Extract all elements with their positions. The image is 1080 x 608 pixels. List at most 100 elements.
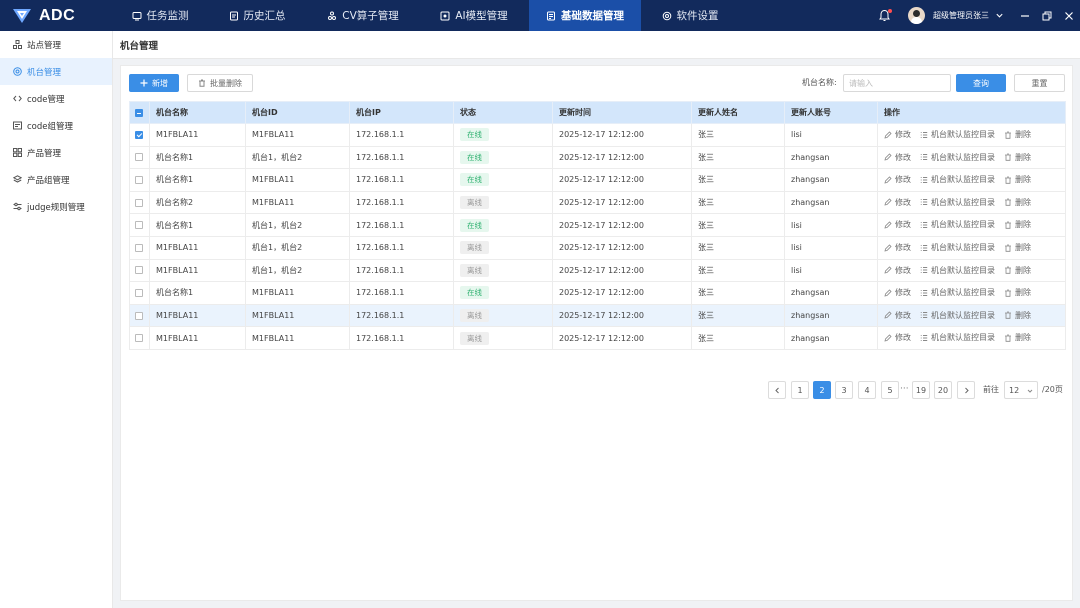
status-badge: 在线 — [460, 286, 489, 300]
delete-action[interactable]: 删除 — [1004, 129, 1031, 140]
monitor-dir-action[interactable]: 机台默认监控目录 — [920, 152, 995, 163]
table-row[interactable]: 机台名称1 M1FBLA11 172.168.1.1 在线 2025-12-17 12:… — [129, 168, 1066, 192]
edit-action[interactable]: 修改 — [884, 332, 911, 343]
row-checkbox[interactable] — [135, 198, 143, 207]
row-checkbox[interactable] — [135, 311, 143, 320]
nav-settings[interactable]: 软件设置 — [641, 0, 739, 31]
pagination-ellipsis[interactable]: ··· — [900, 381, 909, 399]
row-checkbox[interactable] — [135, 334, 143, 343]
cell-updater-account: zhangsan — [784, 326, 878, 350]
sidebar-item-code[interactable]: code管理 — [0, 85, 112, 112]
product-icon — [13, 148, 22, 157]
search-input[interactable] — [843, 74, 951, 92]
reset-button[interactable]: 重置 — [1014, 74, 1065, 92]
monitor-dir-action[interactable]: 机台默认监控目录 — [920, 129, 995, 140]
minimize-icon[interactable] — [1014, 11, 1036, 21]
monitor-dir-action[interactable]: 机台默认监控目录 — [920, 287, 995, 298]
edit-action[interactable]: 修改 — [884, 287, 911, 298]
edit-action[interactable]: 修改 — [884, 242, 911, 253]
monitor-dir-action[interactable]: 机台默认监控目录 — [920, 265, 995, 276]
delete-action[interactable]: 删除 — [1004, 310, 1031, 321]
edit-action[interactable]: 修改 — [884, 197, 911, 208]
delete-action[interactable]: 删除 — [1004, 152, 1031, 163]
table-row[interactable]: 机台名称1 机台1，机台2 172.168.1.1 在线 2025-12-17 12:1… — [129, 213, 1066, 237]
delete-action[interactable]: 删除 — [1004, 197, 1031, 208]
sidebar-item-label: code组管理 — [27, 121, 73, 132]
delete-action-label: 删除 — [1015, 333, 1031, 343]
cell-update-time: 2025-12-17 12:12:00 — [552, 168, 692, 192]
page-button[interactable]: 4 — [858, 381, 876, 399]
edit-action[interactable]: 修改 — [884, 219, 911, 230]
monitor-dir-action[interactable]: 机台默认监控目录 — [920, 174, 995, 185]
page-button-current[interactable]: 2 — [813, 381, 831, 399]
next-page-button[interactable] — [957, 381, 975, 399]
page-size-select[interactable]: 12 — [1004, 381, 1038, 399]
page-button[interactable]: 3 — [835, 381, 853, 399]
row-checkbox[interactable] — [135, 153, 143, 162]
chevron-down-icon[interactable] — [995, 11, 1004, 20]
delete-action[interactable]: 删除 — [1004, 265, 1031, 276]
row-checkbox[interactable] — [135, 130, 143, 139]
table-row[interactable]: 机台名称1 M1FBLA11 172.168.1.1 在线 2025-12-17 12:… — [129, 281, 1066, 305]
delete-action[interactable]: 删除 — [1004, 242, 1031, 253]
table-row[interactable]: M1FBLA11 M1FBLA11 172.168.1.1 离线 2025-12-17 … — [129, 326, 1066, 350]
batch-delete-button[interactable]: 批量删除 — [187, 74, 253, 92]
cell-machine-name: 机台名称1 — [149, 145, 246, 170]
query-button[interactable]: 查询 — [956, 74, 1006, 92]
delete-action[interactable]: 删除 — [1004, 219, 1031, 230]
status-badge: 在线 — [460, 150, 489, 164]
sidebar-item-site[interactable]: 站点管理 — [0, 31, 112, 58]
page-button[interactable]: 19 — [912, 381, 930, 399]
table-row[interactable]: M1FBLA11 机台1，机台2 172.168.1.1 离线 2025-12-17 1… — [129, 258, 1066, 283]
monitor-dir-action[interactable]: 机台默认监控目录 — [920, 242, 995, 253]
nav-task-monitor[interactable]: 任务监测 — [113, 0, 207, 31]
status-badge: 离线 — [460, 241, 489, 255]
row-checkbox[interactable] — [135, 243, 143, 252]
table-row[interactable]: M1FBLA11 M1FBLA11 172.168.1.1 离线 2025-12-17 … — [129, 303, 1066, 328]
page-button[interactable]: 1 — [791, 381, 809, 399]
table-row[interactable]: M1FBLA11 M1FBLA11 172.168.1.1 在线 2025-12-17 … — [129, 123, 1066, 147]
select-all-checkbox[interactable] — [135, 108, 143, 117]
row-checkbox[interactable] — [135, 221, 143, 230]
delete-action[interactable]: 删除 — [1004, 332, 1031, 343]
sidebar-item-code-group[interactable]: code组管理 — [0, 112, 112, 139]
row-checkbox[interactable] — [135, 175, 143, 184]
avatar[interactable] — [908, 7, 925, 24]
sidebar-item-judge-rules[interactable]: judge规则管理 — [0, 193, 112, 220]
page-button[interactable]: 20 — [934, 381, 952, 399]
sidebar-item-product[interactable]: 产品管理 — [0, 139, 112, 166]
close-icon[interactable] — [1058, 11, 1080, 21]
sidebar-item-machine[interactable]: 机台管理 — [0, 58, 112, 85]
app-logo[interactable]: ADC — [0, 7, 113, 25]
username[interactable]: 超级管理员张三 — [933, 10, 989, 21]
row-checkbox[interactable] — [135, 288, 143, 297]
edit-action[interactable]: 修改 — [884, 152, 911, 163]
edit-action[interactable]: 修改 — [884, 129, 911, 140]
row-checkbox[interactable] — [135, 266, 143, 275]
edit-action[interactable]: 修改 — [884, 310, 911, 321]
monitor-dir-action[interactable]: 机台默认监控目录 — [920, 310, 995, 321]
restore-icon[interactable] — [1036, 11, 1058, 21]
delete-action[interactable]: 删除 — [1004, 287, 1031, 298]
nav-cv-operator[interactable]: CV算子管理 — [307, 0, 419, 31]
monitor-dir-action[interactable]: 机台默认监控目录 — [920, 197, 995, 208]
delete-action-label: 删除 — [1015, 243, 1031, 253]
bell-icon[interactable] — [878, 8, 892, 23]
delete-action[interactable]: 删除 — [1004, 174, 1031, 185]
edit-action[interactable]: 修改 — [884, 174, 911, 185]
nav-history[interactable]: 历史汇总 — [207, 0, 307, 31]
nav-ai-model[interactable]: AI模型管理 — [419, 0, 529, 31]
page-button[interactable]: 5 — [881, 381, 899, 399]
table-row[interactable]: M1FBLA11 机台1，机台2 172.168.1.1 离线 2025-12-17 1… — [129, 235, 1066, 260]
add-button[interactable]: 新增 — [129, 74, 179, 92]
nav-basic-data[interactable]: 基础数据管理 — [529, 0, 641, 31]
prev-page-button[interactable] — [768, 381, 786, 399]
cell-machine-name: 机台名称1 — [149, 168, 246, 192]
table-row[interactable]: 机台名称1 机台1，机台2 172.168.1.1 在线 2025-12-17 12:1… — [129, 145, 1066, 170]
monitor-dir-action[interactable]: 机台默认监控目录 — [920, 332, 995, 343]
table-row[interactable]: 机台名称2 M1FBLA11 172.168.1.1 离线 2025-12-17 12:… — [129, 190, 1066, 215]
monitor-dir-action[interactable]: 机台默认监控目录 — [920, 219, 995, 230]
monitor-dir-label: 机台默认监控目录 — [931, 310, 995, 320]
sidebar-item-product-group[interactable]: 产品组管理 — [0, 166, 112, 193]
edit-action[interactable]: 修改 — [884, 265, 911, 276]
